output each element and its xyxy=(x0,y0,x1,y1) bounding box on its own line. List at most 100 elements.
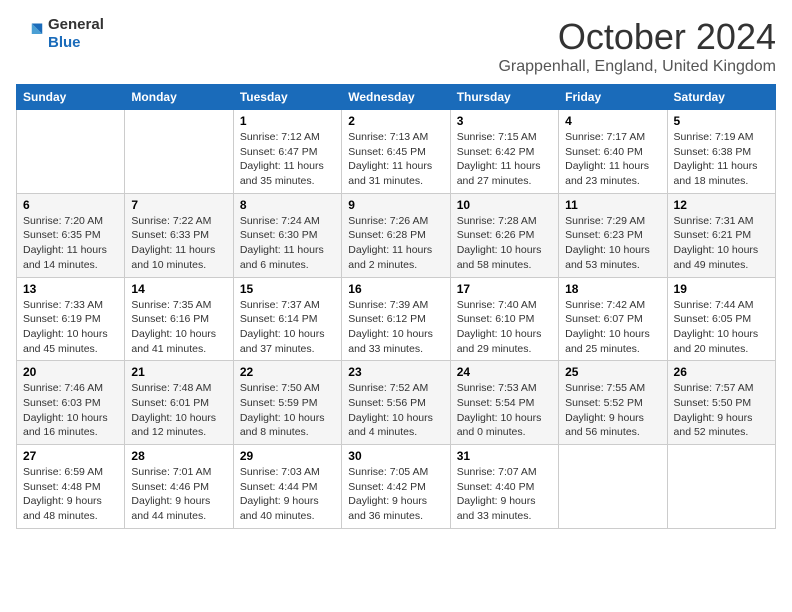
day-number: 18 xyxy=(565,282,660,296)
day-number: 6 xyxy=(23,198,118,212)
calendar-cell: 13 Sunrise: 7:33 AM Sunset: 6:19 PM Dayli… xyxy=(17,277,125,361)
calendar-cell: 24Sunrise: 7:53 AM Sunset: 5:54 PM Dayli… xyxy=(450,361,558,445)
calendar-cell: 10 Sunrise: 7:28 AM Sunset: 6:26 PM Dayli… xyxy=(450,193,558,277)
day-info: Sunrise: 7:39 AM Sunset: 6:12 PM Dayligh… xyxy=(348,298,443,357)
day-number: 11 xyxy=(565,198,660,212)
day-number: 29 xyxy=(240,449,335,463)
calendar-week-row: 13 Sunrise: 7:33 AM Sunset: 6:19 PM Dayli… xyxy=(17,277,776,361)
day-number: 23 xyxy=(348,365,443,379)
day-info: Sunrise: 7:50 AM Sunset: 5:59 PM Dayligh… xyxy=(240,381,335,440)
day-info: Sunrise: 7:05 AM Sunset: 4:42 PM Dayligh… xyxy=(348,465,443,524)
day-info: Sunrise: 7:52 AM Sunset: 5:56 PM Dayligh… xyxy=(348,381,443,440)
calendar-cell: 3 Sunrise: 7:15 AM Sunset: 6:42 PM Daylig… xyxy=(450,110,558,194)
day-number: 2 xyxy=(348,114,443,128)
day-info: Sunrise: 7:28 AM Sunset: 6:26 PM Dayligh… xyxy=(457,214,552,273)
calendar-cell: 30 Sunrise: 7:05 AM Sunset: 4:42 PM Dayli… xyxy=(342,445,450,529)
day-number: 22 xyxy=(240,365,335,379)
calendar-cell: 5 Sunrise: 7:19 AM Sunset: 6:38 PM Daylig… xyxy=(667,110,775,194)
day-info: Sunrise: 7:15 AM Sunset: 6:42 PM Dayligh… xyxy=(457,130,552,189)
day-number: 13 xyxy=(23,282,118,296)
day-info: Sunrise: 7:29 AM Sunset: 6:23 PM Dayligh… xyxy=(565,214,660,273)
day-info: Sunrise: 6:59 AM Sunset: 4:48 PM Dayligh… xyxy=(23,465,118,524)
calendar-cell: 19 Sunrise: 7:44 AM Sunset: 6:05 PM Dayli… xyxy=(667,277,775,361)
calendar-cell: 8 Sunrise: 7:24 AM Sunset: 6:30 PM Daylig… xyxy=(233,193,341,277)
day-info: Sunrise: 7:48 AM Sunset: 6:01 PM Dayligh… xyxy=(131,381,226,440)
calendar-cell: 25 Sunrise: 7:55 AM Sunset: 5:52 PM Dayli… xyxy=(559,361,667,445)
day-number: 3 xyxy=(457,114,552,128)
weekday-header-monday: Monday xyxy=(125,85,233,110)
weekday-header-wednesday: Wednesday xyxy=(342,85,450,110)
day-info: Sunrise: 7:19 AM Sunset: 6:38 PM Dayligh… xyxy=(674,130,769,189)
calendar-cell xyxy=(559,445,667,529)
calendar-cell: 11 Sunrise: 7:29 AM Sunset: 6:23 PM Dayli… xyxy=(559,193,667,277)
day-number: 10 xyxy=(457,198,552,212)
day-info: Sunrise: 7:20 AM Sunset: 6:35 PM Dayligh… xyxy=(23,214,118,273)
day-info: Sunrise: 7:33 AM Sunset: 6:19 PM Dayligh… xyxy=(23,298,118,357)
calendar-cell: 2 Sunrise: 7:13 AM Sunset: 6:45 PM Daylig… xyxy=(342,110,450,194)
weekday-header-friday: Friday xyxy=(559,85,667,110)
logo-general-text: General xyxy=(48,16,104,34)
header: General Blue October 2024 Grappenhall, E… xyxy=(16,16,776,76)
day-info: Sunrise: 7:37 AM Sunset: 6:14 PM Dayligh… xyxy=(240,298,335,357)
day-number: 16 xyxy=(348,282,443,296)
calendar-week-row: 20Sunrise: 7:46 AM Sunset: 6:03 PM Dayli… xyxy=(17,361,776,445)
calendar-cell xyxy=(667,445,775,529)
day-info: Sunrise: 7:17 AM Sunset: 6:40 PM Dayligh… xyxy=(565,130,660,189)
calendar-table: SundayMondayTuesdayWednesdayThursdayFrid… xyxy=(16,84,776,529)
calendar-cell: 4 Sunrise: 7:17 AM Sunset: 6:40 PM Daylig… xyxy=(559,110,667,194)
calendar-week-row: 1Sunrise: 7:12 AM Sunset: 6:47 PM Daylig… xyxy=(17,110,776,194)
day-number: 8 xyxy=(240,198,335,212)
day-number: 7 xyxy=(131,198,226,212)
month-title: October 2024 xyxy=(498,16,776,58)
logo: General Blue xyxy=(16,16,104,52)
day-number: 15 xyxy=(240,282,335,296)
day-number: 21 xyxy=(131,365,226,379)
weekday-header-thursday: Thursday xyxy=(450,85,558,110)
day-info: Sunrise: 7:01 AM Sunset: 4:46 PM Dayligh… xyxy=(131,465,226,524)
day-info: Sunrise: 7:53 AM Sunset: 5:54 PM Dayligh… xyxy=(457,381,552,440)
day-info: Sunrise: 7:44 AM Sunset: 6:05 PM Dayligh… xyxy=(674,298,769,357)
day-number: 30 xyxy=(348,449,443,463)
day-info: Sunrise: 7:55 AM Sunset: 5:52 PM Dayligh… xyxy=(565,381,660,440)
day-number: 5 xyxy=(674,114,769,128)
day-number: 14 xyxy=(131,282,226,296)
day-info: Sunrise: 7:31 AM Sunset: 6:21 PM Dayligh… xyxy=(674,214,769,273)
day-info: Sunrise: 7:24 AM Sunset: 6:30 PM Dayligh… xyxy=(240,214,335,273)
day-number: 12 xyxy=(674,198,769,212)
day-info: Sunrise: 7:26 AM Sunset: 6:28 PM Dayligh… xyxy=(348,214,443,273)
day-info: Sunrise: 7:12 AM Sunset: 6:47 PM Dayligh… xyxy=(240,130,335,189)
calendar-cell xyxy=(17,110,125,194)
calendar-cell: 31Sunrise: 7:07 AM Sunset: 4:40 PM Dayli… xyxy=(450,445,558,529)
calendar-cell: 23 Sunrise: 7:52 AM Sunset: 5:56 PM Dayli… xyxy=(342,361,450,445)
day-number: 19 xyxy=(674,282,769,296)
day-info: Sunrise: 7:42 AM Sunset: 6:07 PM Dayligh… xyxy=(565,298,660,357)
calendar-cell: 26Sunrise: 7:57 AM Sunset: 5:50 PM Dayli… xyxy=(667,361,775,445)
calendar-cell: 6 Sunrise: 7:20 AM Sunset: 6:35 PM Daylig… xyxy=(17,193,125,277)
day-info: Sunrise: 7:57 AM Sunset: 5:50 PM Dayligh… xyxy=(674,381,769,440)
calendar-cell: 20Sunrise: 7:46 AM Sunset: 6:03 PM Dayli… xyxy=(17,361,125,445)
day-number: 9 xyxy=(348,198,443,212)
logo-blue-text: Blue xyxy=(48,34,104,52)
weekday-header-saturday: Saturday xyxy=(667,85,775,110)
title-section: October 2024 Grappenhall, England, Unite… xyxy=(498,16,776,76)
day-number: 4 xyxy=(565,114,660,128)
day-info: Sunrise: 7:35 AM Sunset: 6:16 PM Dayligh… xyxy=(131,298,226,357)
day-info: Sunrise: 7:07 AM Sunset: 4:40 PM Dayligh… xyxy=(457,465,552,524)
calendar-cell: 21 Sunrise: 7:48 AM Sunset: 6:01 PM Dayli… xyxy=(125,361,233,445)
day-number: 27 xyxy=(23,449,118,463)
weekday-header-sunday: Sunday xyxy=(17,85,125,110)
day-number: 17 xyxy=(457,282,552,296)
calendar-cell: 7Sunrise: 7:22 AM Sunset: 6:33 PM Daylig… xyxy=(125,193,233,277)
calendar-cell: 28Sunrise: 7:01 AM Sunset: 4:46 PM Dayli… xyxy=(125,445,233,529)
day-number: 20 xyxy=(23,365,118,379)
calendar-cell: 22 Sunrise: 7:50 AM Sunset: 5:59 PM Dayli… xyxy=(233,361,341,445)
weekday-header-row: SundayMondayTuesdayWednesdayThursdayFrid… xyxy=(17,85,776,110)
calendar-cell: 14 Sunrise: 7:35 AM Sunset: 6:16 PM Dayli… xyxy=(125,277,233,361)
day-number: 25 xyxy=(565,365,660,379)
calendar-week-row: 27 Sunrise: 6:59 AM Sunset: 4:48 PM Dayli… xyxy=(17,445,776,529)
day-info: Sunrise: 7:13 AM Sunset: 6:45 PM Dayligh… xyxy=(348,130,443,189)
calendar-cell: 15 Sunrise: 7:37 AM Sunset: 6:14 PM Dayli… xyxy=(233,277,341,361)
calendar-cell: 27 Sunrise: 6:59 AM Sunset: 4:48 PM Dayli… xyxy=(17,445,125,529)
logo-icon xyxy=(16,20,44,48)
calendar-cell: 16 Sunrise: 7:39 AM Sunset: 6:12 PM Dayli… xyxy=(342,277,450,361)
